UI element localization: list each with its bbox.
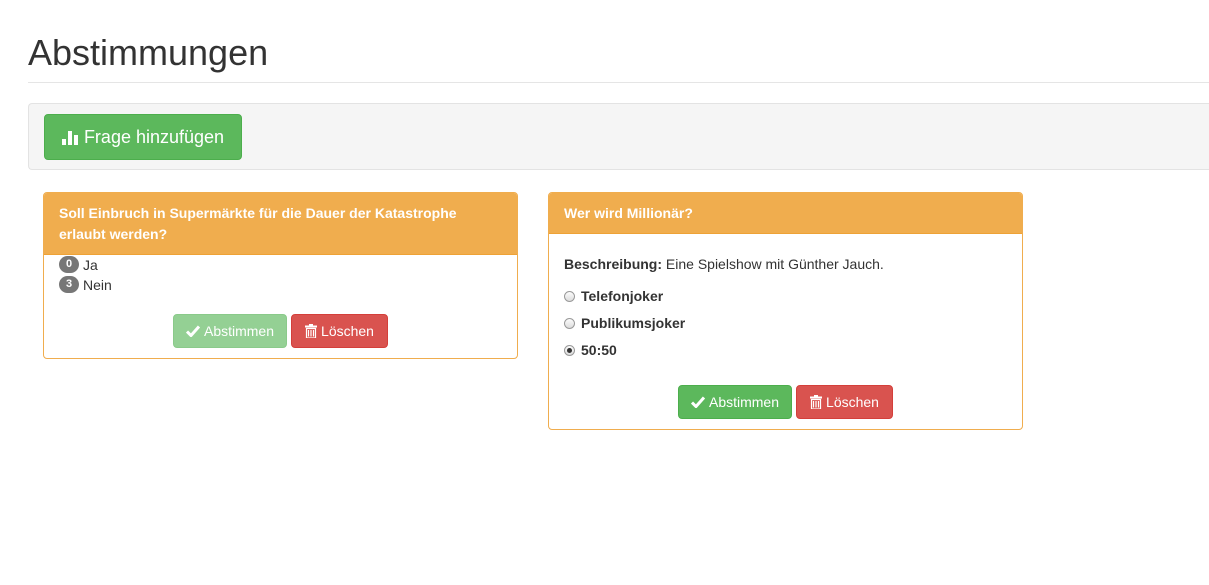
radio-button[interactable]	[564, 317, 575, 329]
answer-label: Nein	[83, 276, 112, 293]
description-text: Eine Spielshow mit Günther Jauch.	[665, 256, 884, 272]
radio-button[interactable]	[564, 290, 575, 302]
answer-item: 3 Nein	[59, 276, 112, 293]
trash-icon	[810, 395, 823, 409]
add-question-button[interactable]: Frage hinzufügen	[44, 114, 242, 160]
answer-label: Ja	[83, 256, 98, 273]
option-publikumsjoker[interactable]: Publikumsjoker	[564, 315, 685, 331]
answer-item: 0 Ja	[59, 256, 98, 273]
option-label: Telefonjoker	[581, 288, 664, 304]
description-label: Beschreibung:	[564, 256, 663, 272]
title-divider	[28, 82, 1209, 83]
add-question-label: Frage hinzufügen	[83, 126, 225, 147]
option-label: 50:50	[581, 342, 617, 358]
trash-icon	[305, 324, 318, 338]
page-title: Abstimmungen	[28, 32, 269, 73]
poll-panel: Soll Einbruch in Supermärkte für die Dau…	[43, 192, 518, 359]
check-icon	[690, 396, 705, 408]
check-icon	[185, 325, 200, 337]
option-50-50[interactable]: 50:50	[564, 342, 617, 358]
poll-description: Beschreibung: Eine Spielshow mit Günther…	[564, 256, 884, 272]
delete-label: Löschen	[321, 323, 374, 339]
option-label: Publikumsjoker	[581, 315, 686, 331]
poll-panel: Wer wird Millionär? Beschreibung: Eine S…	[548, 192, 1023, 430]
delete-button[interactable]: Löschen	[291, 314, 388, 348]
toolbar: Frage hinzufügen	[28, 103, 1209, 170]
poll-question: Wer wird Millionär?	[549, 193, 1022, 234]
vote-label: Abstimmen	[203, 323, 275, 339]
delete-label: Löschen	[826, 394, 879, 410]
vote-count-badge: 3	[59, 276, 79, 293]
option-telefonjoker[interactable]: Telefonjoker	[564, 288, 663, 304]
vote-label: Abstimmen	[708, 394, 780, 410]
delete-button[interactable]: Löschen	[796, 385, 893, 419]
radio-button-selected[interactable]	[564, 344, 575, 356]
vote-count-badge: 0	[59, 256, 79, 273]
bar-chart-icon	[61, 130, 78, 145]
poll-question: Soll Einbruch in Supermärkte für die Dau…	[44, 193, 517, 255]
vote-button[interactable]: Abstimmen	[678, 385, 792, 419]
vote-button[interactable]: Abstimmen	[173, 314, 287, 348]
